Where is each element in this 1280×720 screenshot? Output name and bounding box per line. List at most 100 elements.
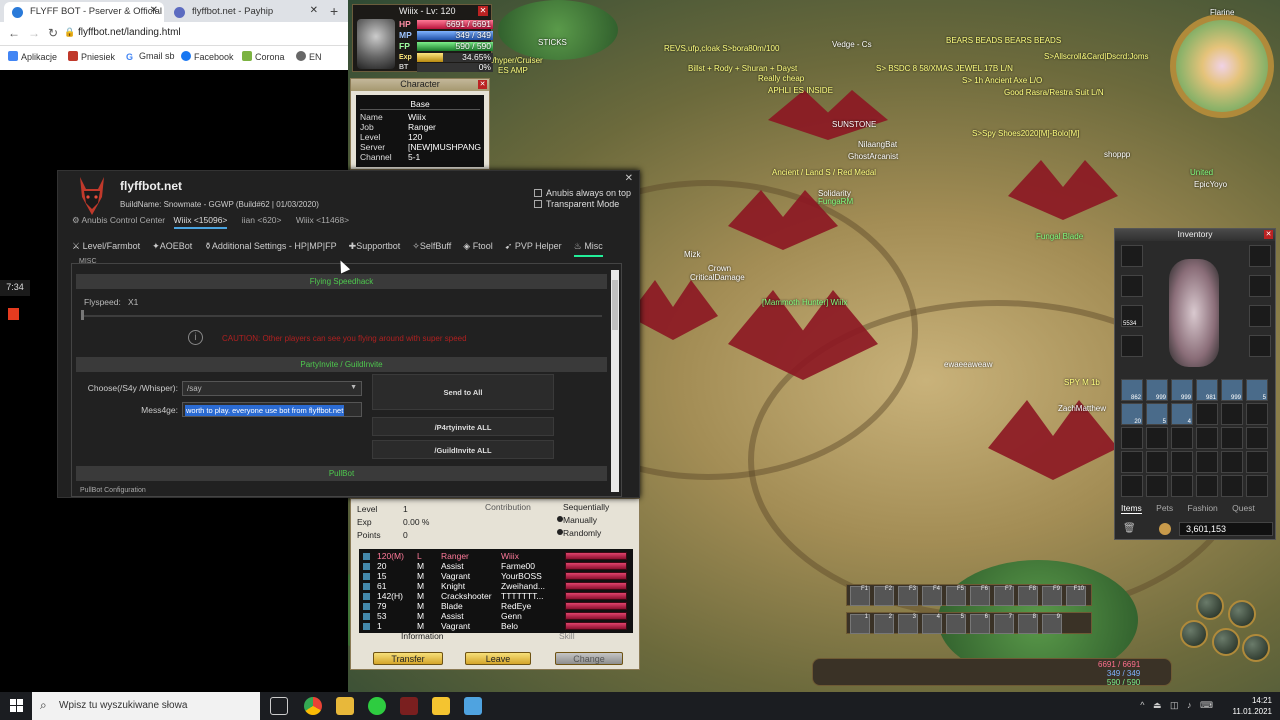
close-icon[interactable]: ✕ [478, 80, 487, 89]
menu-button[interactable] [1180, 620, 1208, 648]
sequentially-option[interactable]: Sequentially [563, 502, 609, 512]
hotbar-slot[interactable]: F9 [1042, 586, 1062, 606]
inventory-slot[interactable] [1246, 427, 1268, 449]
randomly-option[interactable]: Randomly [563, 528, 601, 538]
inventory-slot[interactable] [1221, 403, 1243, 425]
flyspeed-slider-thumb[interactable] [81, 310, 84, 320]
inventory-slot[interactable] [1196, 475, 1218, 497]
hotbar-slot[interactable]: F10 [1066, 586, 1086, 606]
transfer-button[interactable]: Transfer [373, 652, 443, 665]
inventory-slot[interactable] [1121, 451, 1143, 473]
inventory-slot[interactable] [1196, 451, 1218, 473]
radio-icon[interactable] [557, 516, 563, 522]
inventory-slot[interactable] [1146, 451, 1168, 473]
party-member-row[interactable]: 120(M) L Ranger Wiiix [363, 551, 569, 561]
hotbar-slot[interactable]: 3 [898, 614, 918, 634]
client-tab[interactable]: iian <620> [242, 215, 282, 225]
system-tray-icons[interactable]: ^ ⏏ ◫ ♪ ⌨ [1140, 700, 1216, 711]
manually-option[interactable]: Manually [563, 515, 597, 525]
flying-speedhack-header[interactable]: Flying Speedhack [76, 274, 607, 289]
tab-ftool[interactable]: ◈ Ftool [463, 241, 492, 252]
inventory-slot[interactable] [1171, 427, 1193, 449]
folder-icon[interactable] [336, 697, 354, 715]
hotbar-slot[interactable]: 6 [970, 614, 990, 634]
inventory-slot[interactable] [1121, 475, 1143, 497]
hotbar-slot[interactable]: F3 [898, 586, 918, 606]
inventory-slot[interactable] [1121, 427, 1143, 449]
app-icon[interactable] [464, 697, 482, 715]
inventory-slot[interactable]: 5 [1146, 403, 1168, 425]
inventory-tab-items[interactable]: Items [1121, 503, 1142, 514]
back-icon[interactable]: ← [8, 26, 20, 40]
hotbar-slot[interactable]: 8 [1018, 614, 1038, 634]
transparent-mode-checkbox[interactable]: Transparent Mode [534, 199, 619, 209]
reload-icon[interactable]: ↻ [48, 26, 58, 40]
flyspeed-slider[interactable] [82, 315, 602, 317]
bookmark-pniesiek[interactable]: Pniesiek [68, 51, 115, 62]
tab-aoebot[interactable]: ✦AOEBot [152, 241, 192, 252]
flyff-game-icon[interactable] [400, 697, 418, 715]
chat-button[interactable] [1242, 634, 1270, 662]
checkbox-icon[interactable] [363, 593, 370, 600]
checkbox-icon[interactable] [363, 563, 370, 570]
inventory-slot[interactable] [1246, 451, 1268, 473]
inventory-slot[interactable] [1246, 403, 1268, 425]
party-member-row[interactable]: 20 M Assist Farme00 [363, 561, 569, 571]
equip-slot[interactable] [1249, 335, 1271, 357]
hotbar-slot[interactable]: 5 [946, 614, 966, 634]
checkbox-icon[interactable] [363, 553, 370, 560]
menu-button[interactable] [1228, 600, 1256, 628]
scrollbar-thumb[interactable] [612, 280, 618, 330]
task-view-icon[interactable] [270, 697, 288, 715]
equip-slot[interactable] [1249, 245, 1271, 267]
inventory-slot[interactable] [1221, 427, 1243, 449]
record-stop-button[interactable] [8, 308, 19, 320]
chrome-icon[interactable] [304, 697, 322, 715]
tab-selfbuff[interactable]: ✧SelfBuff [412, 241, 451, 252]
trash-icon[interactable]: 🗑 [1123, 523, 1136, 534]
inventory-slot[interactable]: 999 [1221, 379, 1243, 401]
inventory-slot[interactable] [1146, 427, 1168, 449]
browser-tab-flyff-bot[interactable]: FLYFF BOT - Pserver & Official Fly ✕ [4, 2, 164, 22]
bookmark-corona[interactable]: Corona [242, 51, 285, 62]
inventory-slot[interactable] [1196, 427, 1218, 449]
hotbar-slot[interactable]: F7 [994, 586, 1014, 606]
bookmark-gmail[interactable]: G Gmail sb [126, 51, 175, 62]
party-member-row[interactable]: 53 M Assist Genn [363, 611, 569, 621]
equip-slot[interactable]: 5534 [1121, 305, 1143, 327]
always-on-top-checkbox[interactable]: Anubis always on top [534, 188, 631, 198]
inventory-tab-fashion[interactable]: Fashion [1188, 503, 1218, 513]
checkbox-icon[interactable] [363, 603, 370, 610]
new-tab-button[interactable]: + [330, 3, 338, 19]
equip-slot[interactable] [1249, 305, 1271, 327]
star-app-icon[interactable] [432, 697, 450, 715]
inventory-slot[interactable] [1221, 475, 1243, 497]
inventory-slot[interactable]: 999 [1171, 379, 1193, 401]
close-tab-icon[interactable]: ✕ [150, 5, 158, 16]
equip-slot[interactable] [1121, 335, 1143, 357]
tab-level-farmbot[interactable]: ⚔ Level/Farmbot [72, 241, 140, 252]
tab-misc[interactable]: ♨ Misc [573, 241, 603, 257]
browser-tab-payhip[interactable]: flyffbot.net - Payhip ✕ [166, 2, 324, 22]
taskbar-search[interactable]: ⌕ Wpisz tu wyszukiwane słowa [32, 692, 260, 720]
hotbar-slot[interactable]: 7 [994, 614, 1014, 634]
inventory-slot[interactable]: 4 [1171, 403, 1193, 425]
hotbar-slot[interactable]: F6 [970, 586, 990, 606]
hotbar-slot[interactable]: F1 [850, 586, 870, 606]
close-icon[interactable]: ✕ [478, 6, 488, 16]
equip-slot[interactable] [1121, 245, 1143, 267]
party-member-row[interactable]: 15 M Vagrant YourBOSS [363, 571, 569, 581]
player-portrait[interactable] [357, 19, 395, 69]
inventory-slot[interactable]: 5 [1246, 379, 1268, 401]
inventory-slot[interactable] [1196, 403, 1218, 425]
checkbox-icon[interactable] [363, 573, 370, 580]
checkbox-icon[interactable] [363, 583, 370, 590]
hotbar-slot[interactable]: 2 [874, 614, 894, 634]
menu-button[interactable] [1212, 628, 1240, 656]
menu-button[interactable] [1196, 592, 1224, 620]
close-window-button[interactable]: ✕ [625, 173, 633, 184]
inventory-slot[interactable]: 999 [1146, 379, 1168, 401]
url-bar[interactable]: flyffbot.net/landing.html [78, 27, 181, 38]
party-member-row[interactable]: 1 M Vagrant Belo [363, 621, 569, 631]
inventory-slot[interactable] [1146, 475, 1168, 497]
